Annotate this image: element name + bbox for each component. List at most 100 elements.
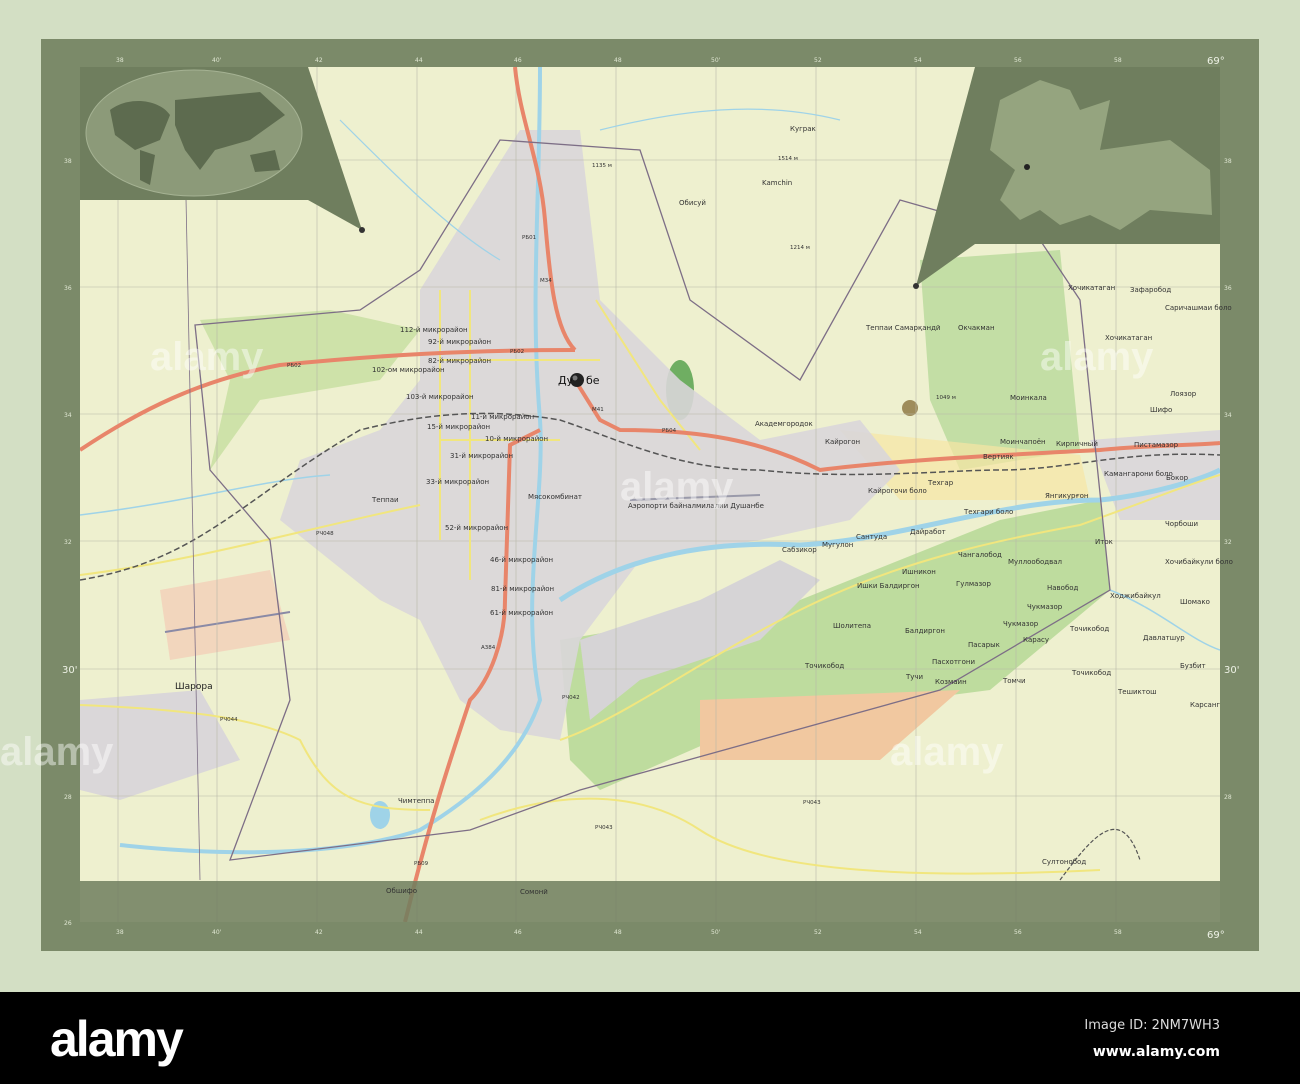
lon-tick: 52 <box>814 929 822 936</box>
town-label: Навобод <box>1047 584 1079 592</box>
town-label: Моинкала <box>1010 394 1047 402</box>
lon-tick: 38 <box>116 57 124 64</box>
town-label: Муллоободвал <box>1008 558 1062 566</box>
town-label: Чангалобод <box>958 551 1002 559</box>
road-label: M34 <box>540 278 552 284</box>
town-label: Чорбоши <box>1165 520 1198 528</box>
town-label: Пистамазор <box>1134 441 1179 449</box>
lon-tick: 50' <box>711 57 721 64</box>
town-label: Хочикатаган <box>1068 284 1115 292</box>
lon-tick: 42 <box>315 57 323 64</box>
lon-tick: 69° <box>1207 930 1225 941</box>
town-label: Точикобод <box>804 662 844 670</box>
town-label: Кирпичный <box>1056 440 1098 448</box>
town-label: Тучи <box>905 673 923 681</box>
lon-tick: 46 <box>514 929 522 936</box>
district-label: 112-й микрорайон <box>400 326 468 334</box>
road-label: РБ01 <box>522 235 536 241</box>
lat-tick: 28 <box>1224 794 1232 801</box>
district-label: 61-й микрорайон <box>490 609 553 617</box>
district-label: 82-й микрорайон <box>428 357 491 365</box>
town-label: Точикобод <box>1069 625 1109 633</box>
town-label: Гулмазор <box>956 580 991 588</box>
road-label: РБ02 <box>287 363 301 369</box>
lat-tick: 28 <box>64 794 72 801</box>
district-label: 11-й микрорайон <box>471 413 534 421</box>
town-label: Пасхотгони <box>932 658 975 666</box>
town-label: Давлатшур <box>1143 634 1185 642</box>
lon-tick: 44 <box>415 57 423 64</box>
town-label: Чимтеппа <box>398 797 434 805</box>
town-label: Султонобод <box>1042 858 1086 866</box>
lat-tick: 26 <box>64 920 72 927</box>
capital-label-left: Ду <box>558 374 574 387</box>
lon-tick: 48 <box>614 57 622 64</box>
peak-label: 1049 м <box>936 395 956 401</box>
district-label: 33-й микрорайон <box>426 478 489 486</box>
town-label: Шифо <box>1150 406 1172 414</box>
lat-tick: 30' <box>62 665 77 676</box>
road-label: РЧ048 <box>316 531 334 537</box>
road-label: РЧ043 <box>595 825 613 831</box>
town-label: Карасу <box>1023 636 1049 644</box>
town-label: Чукмазор <box>1027 603 1063 611</box>
lon-tick: 48 <box>614 929 622 936</box>
watermark: alamy <box>890 730 1004 774</box>
image-id: Image ID: 2NM7WH3 <box>1084 1018 1220 1033</box>
town-label: Томчи <box>1002 677 1026 685</box>
town-label: Сантуда <box>856 533 887 541</box>
lon-tick: 58 <box>1114 929 1122 936</box>
road-label: M41 <box>592 407 604 413</box>
capital-marker-highlight <box>572 375 578 381</box>
watermark: alamy <box>150 335 264 379</box>
map-canvas[interactable]: Ду бе 112-й микрорайон 92-й микрорайон 8… <box>0 0 1300 992</box>
town-label: Мугулон <box>822 541 853 549</box>
road-label: РБ02 <box>510 349 524 355</box>
district-label: 31-й микрорайон <box>450 452 513 460</box>
lat-tick: 36 <box>64 285 72 292</box>
peak-label: 1135 м <box>592 163 612 169</box>
lon-tick: 42 <box>315 929 323 936</box>
lon-tick: 44 <box>415 929 423 936</box>
town-label: Янгикурғон <box>1045 492 1088 500</box>
lat-tick: 32 <box>64 539 72 546</box>
lon-tick: 54 <box>914 57 922 64</box>
town-label: Дайработ <box>910 528 946 536</box>
town-label: Сомонӣ <box>520 888 548 896</box>
locator-dot <box>1024 164 1030 170</box>
locator-dot <box>913 283 919 289</box>
lon-tick: 69° <box>1207 56 1225 67</box>
lon-tick: 56 <box>1014 929 1022 936</box>
road-label: РБ04 <box>662 428 677 434</box>
road-label: РЧ044 <box>220 717 238 723</box>
peak-label: 1214 м <box>790 245 810 251</box>
district-label: 92-й микрорайон <box>428 338 491 346</box>
lat-tick: 32 <box>1224 539 1232 546</box>
town-label: Пасарык <box>968 641 1000 649</box>
lon-tick: 56 <box>1014 57 1022 64</box>
site-url[interactable]: www.alamy.com <box>1093 1044 1220 1060</box>
town-label: Зафаробод <box>1130 286 1171 294</box>
town-label: Саричашмаи боло <box>1165 304 1232 312</box>
watermark: alamy <box>620 465 734 509</box>
lon-tick: 50' <box>711 929 721 936</box>
town-label: Камангарони боло <box>1104 470 1173 478</box>
district-label: 15-й микрорайон <box>427 423 490 431</box>
town-label: Бузбит <box>1180 662 1206 670</box>
lon-tick: 38 <box>116 929 124 936</box>
lat-tick: 38 <box>1224 158 1232 165</box>
lat-tick: 34 <box>1224 412 1232 419</box>
peak-label: 1514 м <box>778 156 798 162</box>
road-label: РБ09 <box>414 861 429 867</box>
town-label: Козмаин <box>935 678 967 686</box>
town-label: Ходжибайкул <box>1110 592 1161 600</box>
alamy-logo[interactable]: alamy <box>50 1010 184 1068</box>
lon-tick: 40' <box>212 57 222 64</box>
road-label: РЧ043 <box>803 800 821 806</box>
district-label: 81-й микрорайон <box>491 585 554 593</box>
watermark: alamy <box>1040 335 1154 379</box>
district-label: 52-й микрорайон <box>445 524 508 532</box>
town-label: Шомако <box>1180 598 1210 606</box>
road-label: A384 <box>481 645 496 651</box>
town-label: Мясокомбинат <box>528 493 582 501</box>
